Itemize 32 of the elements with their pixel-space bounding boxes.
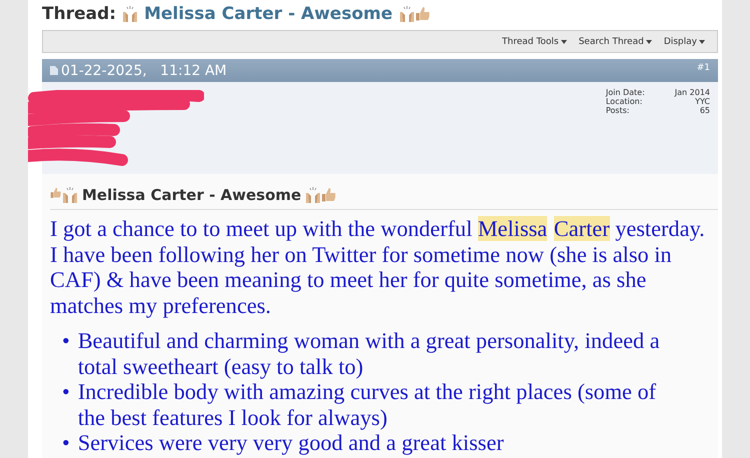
post-paragraph: I got a chance to to meet up with the wonderful Melissa Carter yesterday.	[50, 216, 706, 242]
thread-title-link[interactable]: Melissa Carter - Awesome	[144, 4, 392, 24]
post-paragraph: I have been following her on Twitter for sometime now (she is also in CAF) & have been meaning to meet her for quite sometime, as she matches my preferences.	[50, 242, 673, 318]
bullet-marker: •	[62, 328, 70, 355]
info-label: Posts:	[606, 106, 630, 115]
hands-icon	[62, 187, 78, 203]
caret-icon	[646, 40, 652, 44]
info-value: 65	[698, 106, 710, 115]
info-label: Location:	[606, 97, 644, 106]
thumbs-up-icon	[414, 6, 430, 22]
caret-icon	[560, 40, 567, 44]
toolbar-menu-button[interactable]: Thread Tools	[502, 36, 567, 46]
bullet-marker: •	[62, 430, 70, 456]
thumbs-up-icon	[50, 187, 62, 199]
toolbar-menu-button[interactable]: Display	[664, 36, 705, 46]
hands-icon	[305, 187, 322, 203]
thread-label: Thread:	[42, 4, 116, 24]
bullet-item: Services were very very good and a great kisser	[78, 430, 505, 456]
bullet-marker: •	[62, 379, 70, 406]
toolbar-menu-button[interactable]: Search Thread	[578, 36, 652, 46]
thumbs-up-icon	[321, 187, 338, 203]
post-title: Melissa Carter - Awesome	[82, 186, 302, 204]
info-value: YYC	[694, 97, 710, 106]
bullet-item: Beautiful and charming woman with a great personality, indeed a total sweetheart (easy to talk to)	[78, 328, 661, 379]
hands-icon	[398, 6, 414, 22]
info-value: Jan 2014	[674, 88, 710, 97]
post-icon	[50, 66, 58, 75]
post-date: 01-22-2025, 11:12 AM	[61, 62, 227, 78]
caret-icon	[699, 40, 705, 44]
hands-icon	[122, 6, 138, 22]
info-label: Join Date:	[606, 88, 645, 97]
bullet-item: Incredible body with amazing curves at the right places (some of the best features I look for always)	[78, 379, 658, 430]
